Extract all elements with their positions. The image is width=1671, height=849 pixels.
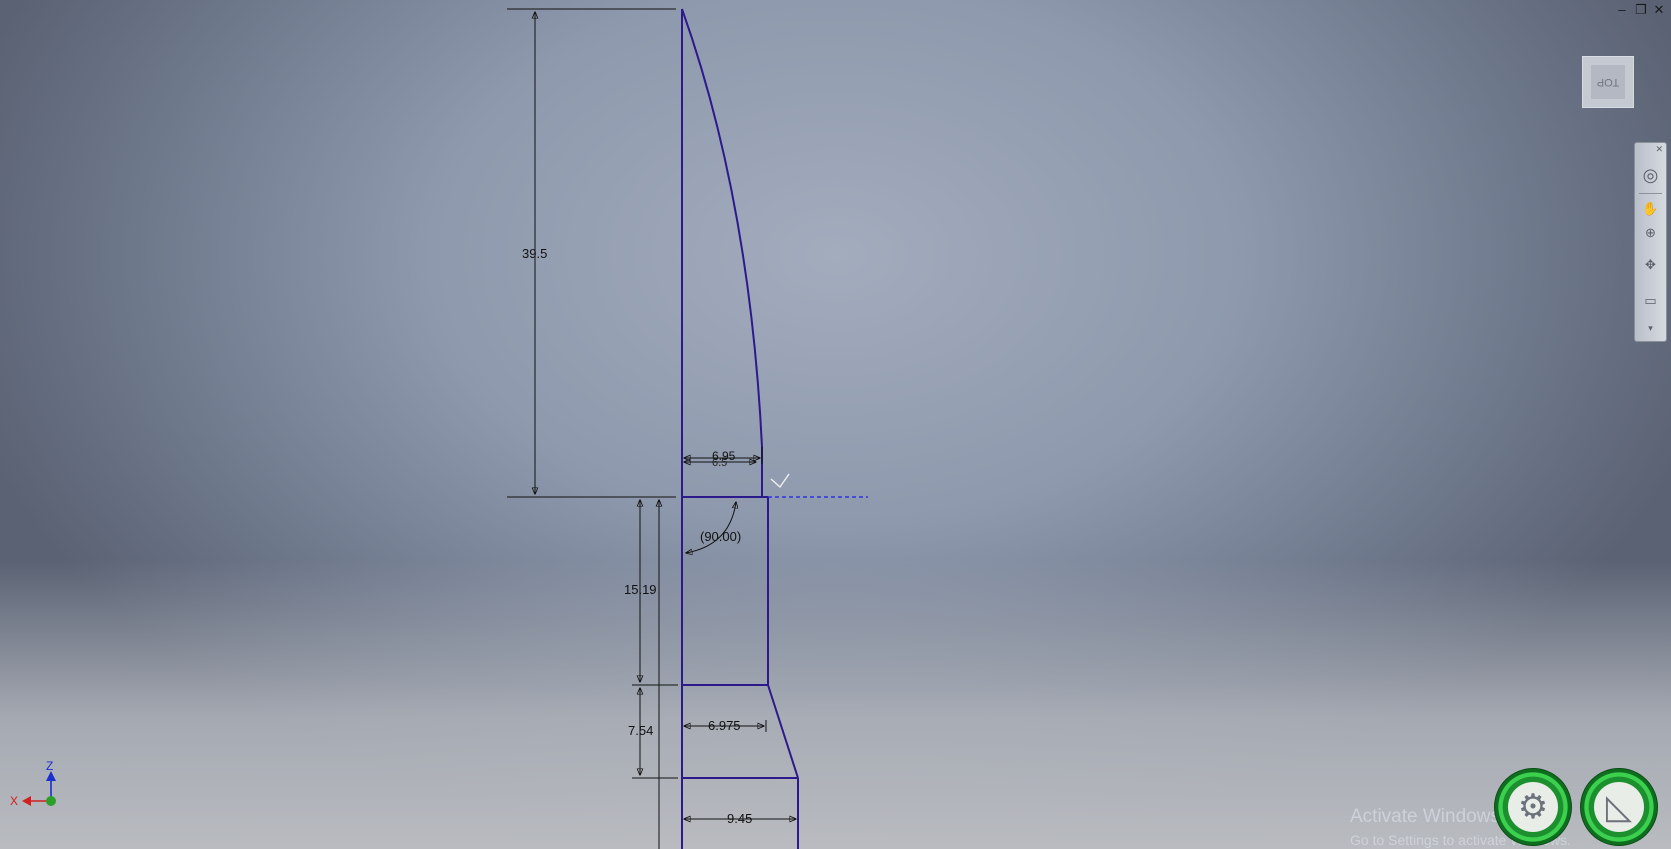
navbar-divider [1639, 193, 1662, 194]
zoom-icon[interactable]: ⊕ [1635, 225, 1666, 241]
orbit-icon[interactable]: ✥ [1635, 257, 1666, 273]
customize-icon[interactable]: ▾ [1635, 323, 1666, 334]
viewcube[interactable]: TOP [1582, 56, 1634, 108]
dim-label-angle[interactable]: (90.00) [700, 529, 741, 544]
dim-label-9-45[interactable]: 9.45 [727, 811, 752, 826]
cursor-check-icon [770, 473, 790, 489]
dimension-angle-90[interactable] [686, 502, 736, 553]
dim-label-39-5[interactable]: 39.5 [522, 246, 547, 261]
coordinate-triad [22, 771, 56, 806]
dim-label-6-975[interactable]: 6.975 [708, 718, 741, 733]
dim-label-15-19[interactable]: 15.19 [624, 582, 657, 597]
dim-label-6-5[interactable]: 6.5 [712, 457, 727, 469]
viewcube-face-top[interactable]: TOP [1591, 65, 1625, 99]
profile-arc[interactable] [681, 8, 763, 448]
steering-wheel-icon[interactable]: ◎ [1635, 165, 1666, 186]
triad-z-label: Z [46, 759, 53, 773]
profile-taper-edge[interactable] [767, 684, 799, 779]
dim-label-7-54[interactable]: 7.54 [628, 723, 653, 738]
gear-gauge-icon[interactable]: ⚙ [1494, 768, 1572, 846]
navbar-close-icon[interactable]: ✕ [1635, 144, 1666, 155]
sketch-canvas[interactable]: 39.5 6.95 6.5 (90.00) 15.19 7.54 6.975 9… [0, 0, 1671, 849]
view-face-icon[interactable]: ▭ [1635, 293, 1666, 309]
navigation-bar: ✕ ◎ ✋ ⊕ ✥ ▭ ▾ [1634, 142, 1667, 342]
pan-hand-icon[interactable]: ✋ [1635, 201, 1666, 217]
triad-x-label: X [10, 794, 18, 808]
sketch-gauge-icon[interactable]: ◺ [1580, 768, 1658, 846]
